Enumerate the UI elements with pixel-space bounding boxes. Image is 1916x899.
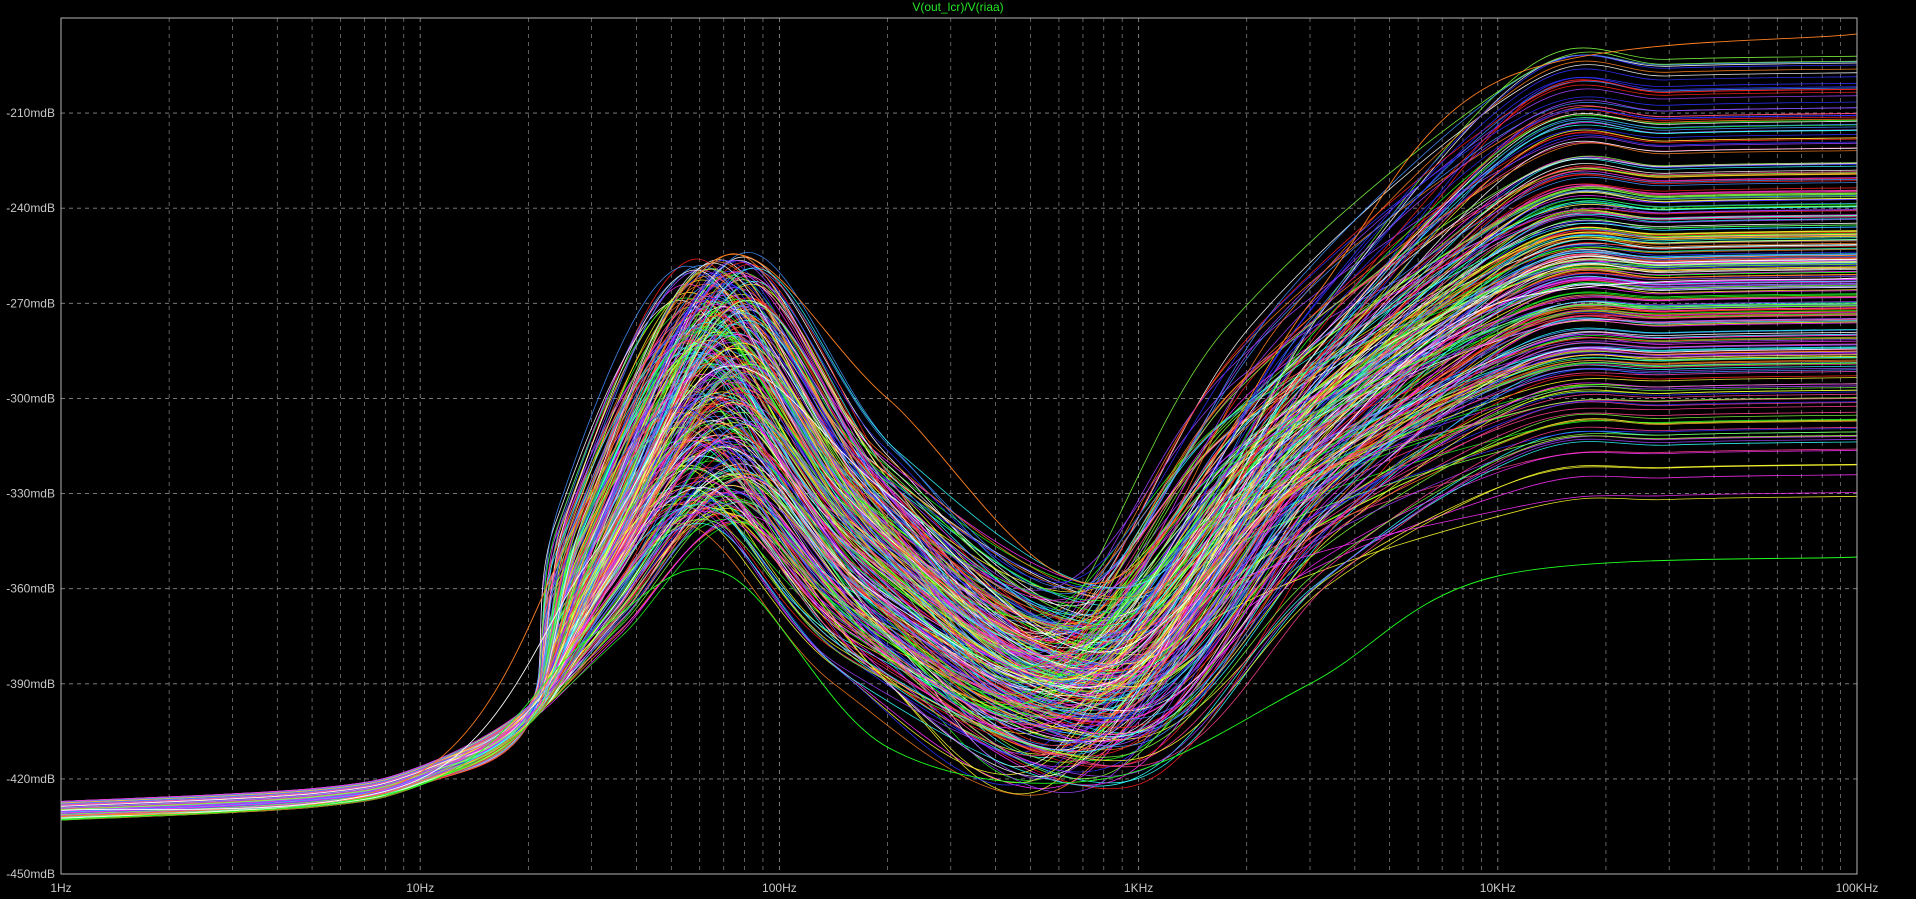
trace-line xyxy=(60,419,1858,811)
grid-lines xyxy=(60,18,1858,875)
trace-line xyxy=(60,331,1858,814)
trace-line xyxy=(60,187,1858,813)
trace-line xyxy=(60,246,1858,808)
trace-line xyxy=(60,101,1858,818)
trace-line xyxy=(60,157,1858,819)
trace-line xyxy=(60,236,1858,805)
y-tick-label: -330mdB xyxy=(6,487,55,501)
trace-line xyxy=(60,255,1858,820)
x-tick-label: 1Hz xyxy=(50,881,71,895)
trace-line xyxy=(60,121,1858,814)
y-tick-label: -450mdB xyxy=(6,867,55,881)
trace-family xyxy=(60,33,1858,821)
trace-line xyxy=(60,169,1858,811)
trace-line xyxy=(60,338,1858,806)
trace-line xyxy=(60,239,1858,819)
y-tick-label: -360mdB xyxy=(6,582,55,596)
y-tick-label: -240mdB xyxy=(6,201,55,215)
trace-line xyxy=(60,349,1858,805)
trace-line xyxy=(60,301,1858,812)
trace-line xyxy=(60,212,1858,813)
trace-line xyxy=(60,307,1858,804)
x-tick-label: 100Hz xyxy=(762,881,797,895)
trace-line xyxy=(60,190,1858,805)
trace-line xyxy=(60,331,1858,814)
y-tick-label: -420mdB xyxy=(6,772,55,786)
chart-canvas: 1Hz 10Hz 100Hz 1KHz 10KHz 100KHz -210mdB -240md… xyxy=(6,17,1879,895)
x-tick-label: 10KHz xyxy=(1480,881,1516,895)
trace-line xyxy=(60,256,1858,807)
y-tick-label: -270mdB xyxy=(6,296,55,310)
trace-line xyxy=(60,362,1858,814)
x-tick-label: 100KHz xyxy=(1836,881,1879,895)
trace-line xyxy=(60,201,1858,815)
trace-line xyxy=(60,260,1858,821)
y-tick-label: -300mdB xyxy=(6,391,55,405)
trace-line xyxy=(60,259,1858,819)
trace-line xyxy=(60,197,1858,816)
plot-frame xyxy=(60,17,1858,875)
trace-line xyxy=(60,212,1858,813)
y-tick-label: -390mdB xyxy=(6,677,55,691)
trace-line xyxy=(60,255,1858,820)
trace-line xyxy=(60,254,1858,818)
trace-line xyxy=(60,113,1858,806)
x-tick-label: 10Hz xyxy=(406,881,434,895)
trace-line xyxy=(60,295,1858,821)
trace-line xyxy=(60,294,1858,817)
trace-line xyxy=(60,354,1858,807)
trace-line xyxy=(60,117,1858,815)
trace-line xyxy=(60,257,1858,805)
trace-line xyxy=(60,113,1858,805)
y-tick-label: -210mdB xyxy=(6,106,55,120)
trace-line xyxy=(60,122,1858,808)
x-tick-label: 1KHz xyxy=(1124,881,1153,895)
